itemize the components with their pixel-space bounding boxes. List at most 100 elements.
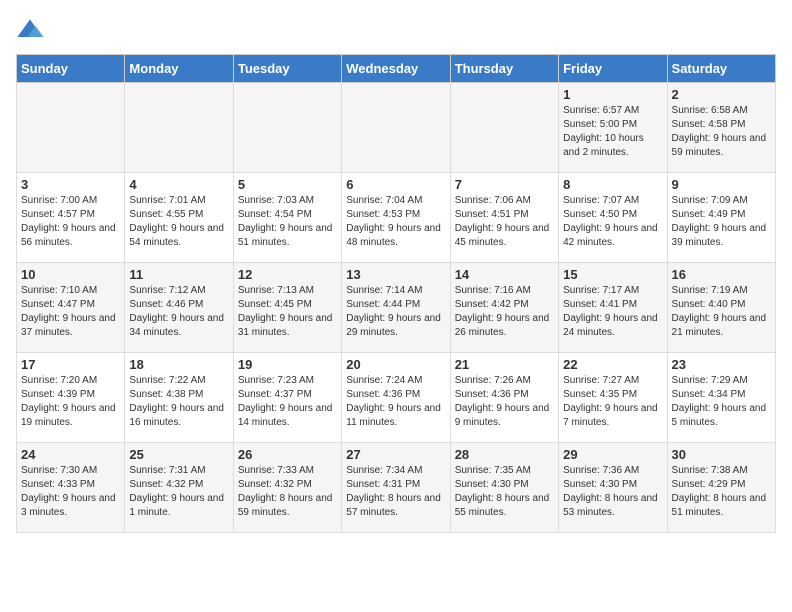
- day-number: 1: [563, 87, 662, 102]
- day-number: 4: [129, 177, 228, 192]
- day-number: 21: [455, 357, 554, 372]
- day-info: Sunrise: 7:24 AM Sunset: 4:36 PM Dayligh…: [346, 374, 445, 430]
- day-info: Sunrise: 7:00 AM Sunset: 4:57 PM Dayligh…: [21, 194, 120, 250]
- day-info: Sunrise: 7:06 AM Sunset: 4:51 PM Dayligh…: [455, 194, 554, 250]
- calendar-cell: [17, 83, 125, 173]
- day-info: Sunrise: 7:14 AM Sunset: 4:44 PM Dayligh…: [346, 284, 445, 340]
- calendar-cell: 18 Sunrise: 7:22 AM Sunset: 4:38 PM Dayli…: [125, 353, 233, 443]
- calendar-cell: 16Sunrise: 7:19 AM Sunset: 4:40 PM Dayli…: [667, 263, 775, 353]
- day-number: 18: [129, 357, 228, 372]
- calendar-header-row: SundayMondayTuesdayWednesdayThursdayFrid…: [17, 55, 776, 83]
- day-header-tuesday: Tuesday: [233, 55, 341, 83]
- day-info: Sunrise: 7:22 AM Sunset: 4:38 PM Dayligh…: [129, 374, 228, 430]
- day-number: 14: [455, 267, 554, 282]
- day-info: Sunrise: 7:26 AM Sunset: 4:36 PM Dayligh…: [455, 374, 554, 430]
- calendar-cell: 3 Sunrise: 7:00 AM Sunset: 4:57 PM Daylig…: [17, 173, 125, 263]
- day-number: 5: [238, 177, 337, 192]
- day-header-wednesday: Wednesday: [342, 55, 450, 83]
- calendar-cell: 4 Sunrise: 7:01 AM Sunset: 4:55 PM Daylig…: [125, 173, 233, 263]
- calendar-cell: 23Sunrise: 7:29 AM Sunset: 4:34 PM Dayli…: [667, 353, 775, 443]
- calendar-cell: 21 Sunrise: 7:26 AM Sunset: 4:36 PM Dayli…: [450, 353, 558, 443]
- calendar-cell: [125, 83, 233, 173]
- day-info: Sunrise: 7:20 AM Sunset: 4:39 PM Dayligh…: [21, 374, 120, 430]
- day-number: 16: [672, 267, 771, 282]
- calendar-cell: [342, 83, 450, 173]
- day-number: 10: [21, 267, 120, 282]
- day-number: 26: [238, 447, 337, 462]
- day-number: 7: [455, 177, 554, 192]
- calendar-cell: 22Sunrise: 7:27 AM Sunset: 4:35 PM Dayli…: [559, 353, 667, 443]
- day-number: 15: [563, 267, 662, 282]
- day-header-sunday: Sunday: [17, 55, 125, 83]
- calendar-cell: 30 Sunrise: 7:38 AM Sunset: 4:29 PM Dayli…: [667, 443, 775, 533]
- day-info: Sunrise: 7:35 AM Sunset: 4:30 PM Dayligh…: [455, 464, 554, 520]
- day-info: Sunrise: 7:16 AM Sunset: 4:42 PM Dayligh…: [455, 284, 554, 340]
- calendar-week-row: 17 Sunrise: 7:20 AM Sunset: 4:39 PM Dayli…: [17, 353, 776, 443]
- day-number: 29: [563, 447, 662, 462]
- calendar-cell: 12Sunrise: 7:13 AM Sunset: 4:45 PM Dayli…: [233, 263, 341, 353]
- calendar-cell: 19 Sunrise: 7:23 AM Sunset: 4:37 PM Dayli…: [233, 353, 341, 443]
- day-number: 24: [21, 447, 120, 462]
- day-info: Sunrise: 7:30 AM Sunset: 4:33 PM Dayligh…: [21, 464, 120, 520]
- day-number: 2: [672, 87, 771, 102]
- day-number: 13: [346, 267, 445, 282]
- calendar-cell: 24 Sunrise: 7:30 AM Sunset: 4:33 PM Dayli…: [17, 443, 125, 533]
- calendar-week-row: 1Sunrise: 6:57 AM Sunset: 5:00 PM Daylig…: [17, 83, 776, 173]
- day-number: 19: [238, 357, 337, 372]
- calendar-cell: 10 Sunrise: 7:10 AM Sunset: 4:47 PM Dayli…: [17, 263, 125, 353]
- day-info: Sunrise: 7:07 AM Sunset: 4:50 PM Dayligh…: [563, 194, 662, 250]
- day-number: 22: [563, 357, 662, 372]
- logo-icon: [16, 16, 44, 44]
- calendar-cell: 6 Sunrise: 7:04 AM Sunset: 4:53 PM Daylig…: [342, 173, 450, 263]
- day-info: Sunrise: 7:12 AM Sunset: 4:46 PM Dayligh…: [129, 284, 228, 340]
- calendar-cell: 1Sunrise: 6:57 AM Sunset: 5:00 PM Daylig…: [559, 83, 667, 173]
- day-info: Sunrise: 7:13 AM Sunset: 4:45 PM Dayligh…: [238, 284, 337, 340]
- day-number: 3: [21, 177, 120, 192]
- calendar-cell: 27 Sunrise: 7:34 AM Sunset: 4:31 PM Dayli…: [342, 443, 450, 533]
- day-number: 23: [672, 357, 771, 372]
- day-info: Sunrise: 7:10 AM Sunset: 4:47 PM Dayligh…: [21, 284, 120, 340]
- calendar-cell: [450, 83, 558, 173]
- calendar-cell: 26 Sunrise: 7:33 AM Sunset: 4:32 PM Dayli…: [233, 443, 341, 533]
- header: [16, 16, 776, 44]
- calendar-cell: 20 Sunrise: 7:24 AM Sunset: 4:36 PM Dayli…: [342, 353, 450, 443]
- day-info: Sunrise: 7:01 AM Sunset: 4:55 PM Dayligh…: [129, 194, 228, 250]
- calendar-cell: 29 Sunrise: 7:36 AM Sunset: 4:30 PM Dayli…: [559, 443, 667, 533]
- calendar-cell: 14 Sunrise: 7:16 AM Sunset: 4:42 PM Dayli…: [450, 263, 558, 353]
- calendar-week-row: 10 Sunrise: 7:10 AM Sunset: 4:47 PM Dayli…: [17, 263, 776, 353]
- calendar-cell: 25 Sunrise: 7:31 AM Sunset: 4:32 PM Dayli…: [125, 443, 233, 533]
- day-number: 11: [129, 267, 228, 282]
- day-number: 20: [346, 357, 445, 372]
- day-number: 9: [672, 177, 771, 192]
- day-info: Sunrise: 7:34 AM Sunset: 4:31 PM Dayligh…: [346, 464, 445, 520]
- day-number: 17: [21, 357, 120, 372]
- day-info: Sunrise: 7:03 AM Sunset: 4:54 PM Dayligh…: [238, 194, 337, 250]
- calendar-cell: 2 Sunrise: 6:58 AM Sunset: 4:58 PM Daylig…: [667, 83, 775, 173]
- calendar-cell: 9 Sunrise: 7:09 AM Sunset: 4:49 PM Daylig…: [667, 173, 775, 263]
- day-info: Sunrise: 7:09 AM Sunset: 4:49 PM Dayligh…: [672, 194, 771, 250]
- day-info: Sunrise: 7:17 AM Sunset: 4:41 PM Dayligh…: [563, 284, 662, 340]
- day-info: Sunrise: 6:58 AM Sunset: 4:58 PM Dayligh…: [672, 104, 771, 160]
- day-info: Sunrise: 7:38 AM Sunset: 4:29 PM Dayligh…: [672, 464, 771, 520]
- day-info: Sunrise: 7:31 AM Sunset: 4:32 PM Dayligh…: [129, 464, 228, 520]
- day-number: 6: [346, 177, 445, 192]
- day-number: 8: [563, 177, 662, 192]
- calendar-cell: 13 Sunrise: 7:14 AM Sunset: 4:44 PM Dayli…: [342, 263, 450, 353]
- day-header-monday: Monday: [125, 55, 233, 83]
- day-number: 25: [129, 447, 228, 462]
- calendar-cell: 8 Sunrise: 7:07 AM Sunset: 4:50 PM Daylig…: [559, 173, 667, 263]
- calendar-week-row: 3 Sunrise: 7:00 AM Sunset: 4:57 PM Daylig…: [17, 173, 776, 263]
- logo: [16, 16, 48, 44]
- day-header-friday: Friday: [559, 55, 667, 83]
- day-info: Sunrise: 7:33 AM Sunset: 4:32 PM Dayligh…: [238, 464, 337, 520]
- calendar-cell: 7 Sunrise: 7:06 AM Sunset: 4:51 PM Daylig…: [450, 173, 558, 263]
- day-info: Sunrise: 7:36 AM Sunset: 4:30 PM Dayligh…: [563, 464, 662, 520]
- day-number: 27: [346, 447, 445, 462]
- day-info: Sunrise: 7:04 AM Sunset: 4:53 PM Dayligh…: [346, 194, 445, 250]
- day-info: Sunrise: 7:23 AM Sunset: 4:37 PM Dayligh…: [238, 374, 337, 430]
- calendar-week-row: 24 Sunrise: 7:30 AM Sunset: 4:33 PM Dayli…: [17, 443, 776, 533]
- calendar-cell: [233, 83, 341, 173]
- day-number: 30: [672, 447, 771, 462]
- day-number: 28: [455, 447, 554, 462]
- calendar-cell: 5 Sunrise: 7:03 AM Sunset: 4:54 PM Daylig…: [233, 173, 341, 263]
